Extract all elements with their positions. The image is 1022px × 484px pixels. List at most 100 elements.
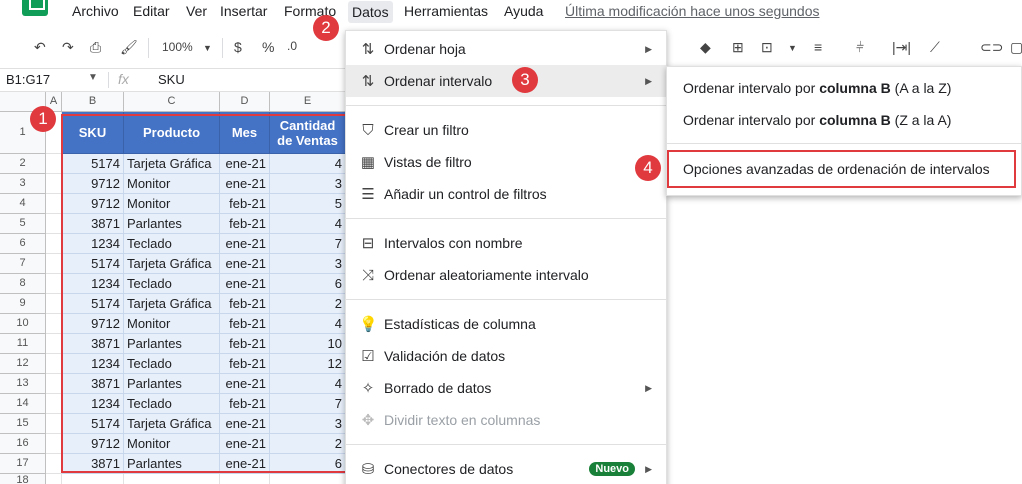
table-cell[interactable]: 3871 [62, 454, 124, 474]
menu-vistas-filtro[interactable]: ▦ Vistas de filtro [346, 146, 666, 178]
table-cell[interactable]: feb-21 [220, 294, 270, 314]
table-cell[interactable]: ene-21 [220, 254, 270, 274]
column-header-e[interactable]: E [270, 92, 346, 112]
table-cell[interactable]: 9712 [62, 314, 124, 334]
print-icon[interactable]: ⎙ [90, 39, 101, 56]
table-cell[interactable]: Tarjeta Gráfica [124, 294, 220, 314]
table-cell[interactable]: 4 [270, 214, 346, 234]
table-cell[interactable]: 12 [270, 354, 346, 374]
column-header-b[interactable]: B [62, 92, 124, 112]
table-cell[interactable]: feb-21 [220, 394, 270, 414]
table-cell[interactable]: ene-21 [220, 374, 270, 394]
table-cell[interactable]: Tarjeta Gráfica [124, 414, 220, 434]
grid-cell[interactable] [46, 174, 62, 194]
name-box[interactable]: B1:G17 [6, 72, 50, 87]
grid-cell[interactable] [46, 394, 62, 414]
table-cell[interactable]: ene-21 [220, 454, 270, 474]
table-cell[interactable]: 5 [270, 194, 346, 214]
insert-comment-icon[interactable]: ▢ [1010, 39, 1022, 56]
row-header[interactable]: 9 [0, 294, 46, 314]
row-header[interactable]: 7 [0, 254, 46, 274]
table-cell[interactable]: 1234 [62, 394, 124, 414]
table-cell[interactable]: 5174 [62, 154, 124, 174]
zoom-select[interactable]: 100% [162, 40, 193, 54]
table-header-cell[interactable]: Cantidad de Ventas [270, 112, 346, 154]
column-header-c[interactable]: C [124, 92, 220, 112]
last-modified-link[interactable]: Última modificación hace unos segundos [565, 3, 819, 19]
table-cell[interactable]: feb-21 [220, 354, 270, 374]
grid-cell[interactable] [220, 474, 270, 484]
row-header[interactable]: 14 [0, 394, 46, 414]
insert-link-icon[interactable]: ⊂⊃ [980, 39, 1003, 56]
table-header-cell[interactable]: Mes [220, 112, 270, 154]
table-cell[interactable]: 6 [270, 454, 346, 474]
grid-cell[interactable] [46, 434, 62, 454]
table-cell[interactable]: 3871 [62, 374, 124, 394]
grid-cell[interactable] [46, 254, 62, 274]
table-cell[interactable]: feb-21 [220, 194, 270, 214]
menu-insertar[interactable]: Insertar [220, 3, 267, 19]
table-cell[interactable]: 2 [270, 434, 346, 454]
grid-cell[interactable] [46, 414, 62, 434]
row-header[interactable]: 6 [0, 234, 46, 254]
row-header[interactable]: 11 [0, 334, 46, 354]
menu-ordenar-intervalo[interactable]: ⇅ Ordenar intervalo ▶ [346, 65, 666, 97]
table-cell[interactable]: ene-21 [220, 434, 270, 454]
grid-cell[interactable] [46, 314, 62, 334]
menu-herramientas[interactable]: Herramientas [404, 3, 488, 19]
table-cell[interactable]: 6 [270, 274, 346, 294]
menu-borrado-datos[interactable]: ✧ Borrado de datos ▶ [346, 372, 666, 404]
menu-conectores-datos[interactable]: ⛁ Conectores de datos Nuevo ▶ [346, 453, 666, 484]
row-header[interactable]: 17 [0, 454, 46, 474]
table-cell[interactable]: 3 [270, 414, 346, 434]
table-cell[interactable]: 1234 [62, 234, 124, 254]
row-header[interactable]: 2 [0, 154, 46, 174]
grid-cell[interactable] [62, 474, 124, 484]
zoom-dropdown-arrow-icon[interactable]: ▼ [203, 43, 212, 53]
table-cell[interactable]: Monitor [124, 434, 220, 454]
table-cell[interactable]: 7 [270, 394, 346, 414]
table-cell[interactable]: 3871 [62, 334, 124, 354]
table-cell[interactable]: Teclado [124, 234, 220, 254]
table-cell[interactable]: 5174 [62, 294, 124, 314]
table-cell[interactable]: Monitor [124, 314, 220, 334]
table-cell[interactable]: 2 [270, 294, 346, 314]
row-header[interactable]: 12 [0, 354, 46, 374]
menu-ayuda[interactable]: Ayuda [504, 3, 543, 19]
grid-cell[interactable] [46, 294, 62, 314]
fill-color-icon[interactable]: ◆ [700, 39, 711, 56]
table-cell[interactable]: feb-21 [220, 214, 270, 234]
table-cell[interactable]: ene-21 [220, 234, 270, 254]
table-cell[interactable]: 9712 [62, 194, 124, 214]
percent-button[interactable]: % [262, 39, 274, 55]
advanced-range-sort-options[interactable]: Opciones avanzadas de ordenación de inte… [667, 153, 1021, 185]
redo-icon[interactable]: ↷ [62, 39, 74, 56]
table-cell[interactable]: Teclado [124, 394, 220, 414]
table-cell[interactable]: feb-21 [220, 314, 270, 334]
column-header-d[interactable]: D [220, 92, 270, 112]
align-horizontal-icon[interactable]: ≡ [814, 39, 822, 55]
menu-control-filtros[interactable]: ☰ Añadir un control de filtros [346, 178, 666, 210]
row-header[interactable]: 13 [0, 374, 46, 394]
menu-validacion-datos[interactable]: ☑ Validación de datos [346, 340, 666, 372]
table-cell[interactable]: 1234 [62, 274, 124, 294]
table-cell[interactable]: 9712 [62, 434, 124, 454]
table-cell[interactable]: Parlantes [124, 454, 220, 474]
grid-cell[interactable] [46, 454, 62, 474]
merge-cells-icon[interactable]: ⊡ [761, 39, 773, 56]
grid-cell[interactable] [46, 374, 62, 394]
grid-cell[interactable] [46, 194, 62, 214]
row-header[interactable]: 15 [0, 414, 46, 434]
table-cell[interactable]: 4 [270, 314, 346, 334]
grid-cell[interactable] [46, 474, 62, 484]
row-header[interactable]: 8 [0, 274, 46, 294]
row-header[interactable]: 10 [0, 314, 46, 334]
menu-datos[interactable]: Datos [348, 1, 393, 23]
table-header-cell[interactable]: SKU [62, 112, 124, 154]
name-box-dropdown-icon[interactable]: ▼ [88, 72, 98, 83]
grid-cell[interactable] [46, 334, 62, 354]
table-cell[interactable]: Parlantes [124, 374, 220, 394]
menu-intervalos-nombre[interactable]: ⊟ Intervalos con nombre [346, 227, 666, 259]
table-cell[interactable]: Teclado [124, 354, 220, 374]
decrease-decimals-button[interactable]: .0 [287, 39, 297, 53]
